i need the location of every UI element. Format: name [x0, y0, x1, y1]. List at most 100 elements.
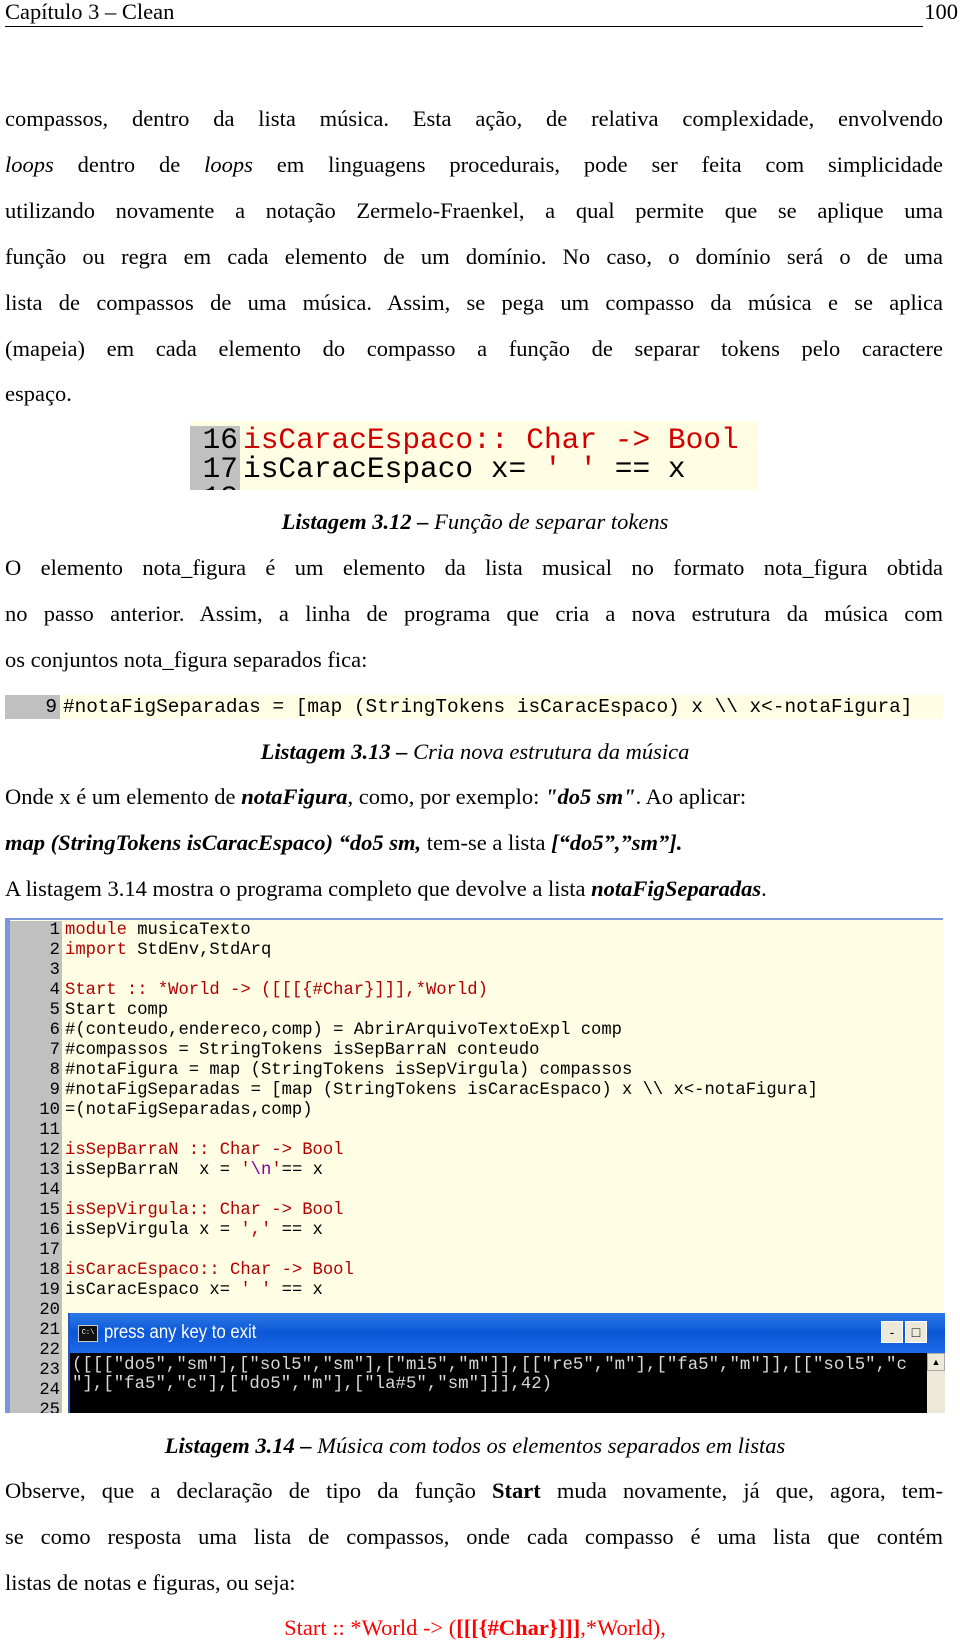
code-token: == x: [597, 452, 686, 486]
code-line: 17 isCaracEspaco x= ' ' == x: [190, 452, 758, 486]
code-token: == x: [271, 1281, 323, 1300]
line-number: 16: [190, 425, 240, 455]
line-number: 5: [10, 1001, 62, 1021]
console-scrollbar[interactable]: ▲: [927, 1353, 945, 1413]
code-text: =(notaFigSeparadas,comp): [62, 1101, 313, 1121]
caption-listing-3-14: Listagem 3.14 – Música com todos os elem…: [0, 1423, 950, 1469]
text-line: compassos, dentro da lista música. Esta …: [5, 96, 943, 142]
line-number: 21: [10, 1321, 62, 1341]
code-text: module musicaTexto: [62, 921, 251, 941]
code-token: #notaFigSeparadas = [map (StringTokens i…: [63, 696, 913, 718]
minimize-button[interactable]: -: [881, 1321, 903, 1343]
code-text: Start :: *World -> ([[[{#Char}]]],*World…: [62, 981, 488, 1001]
text-run: espaço.: [5, 381, 72, 407]
line-number: 9: [10, 1081, 62, 1101]
line-number: 25: [10, 1401, 62, 1413]
code-line: 10 =(notaFigSeparadas,comp): [10, 1101, 943, 1121]
console-title: press any key to exit: [104, 1322, 257, 1343]
code-token: =(notaFigSeparadas,comp): [65, 1101, 313, 1120]
text-run: [“do5”,”sm”].: [551, 829, 683, 855]
text-line: utilizando novamente a notação Zermelo-F…: [5, 188, 943, 234]
caption-listing-3-13: Listagem 3.13 – Cria nova estrutura da m…: [0, 729, 950, 775]
code-line: 16 isCaracEspaco:: Char -> Bool: [190, 425, 758, 455]
code-token: \n: [250, 1161, 272, 1180]
chapter-title: Capítulo 3 – Clean: [5, 0, 175, 24]
line-number: 1: [10, 921, 62, 941]
code-line: 16 isSepVirgula x = ',' == x: [10, 1221, 943, 1241]
text-run: listas de notas e figuras, ou seja:: [5, 1569, 296, 1595]
code-listing-3-13: 9 #notaFigSeparadas = [map (StringTokens …: [5, 695, 943, 719]
code-token: isSepVirgula:: Char -> Bool: [65, 1201, 344, 1220]
code-text: isSepBarraN x = '\n'== x: [62, 1161, 323, 1181]
code-line: 14: [10, 1181, 943, 1201]
code-line: 13 isSepBarraN x = '\n'== x: [10, 1161, 943, 1181]
code-line: 9 #notaFigSeparadas = [map (StringTokens …: [5, 695, 943, 719]
code-listing-3-12: 16 isCaracEspaco:: Char -> Bool 17 isCaracE…: [190, 421, 758, 490]
caption-label: Listagem 3.12 –: [281, 509, 429, 534]
code-text: isCaracEspaco x= ' ' == x: [240, 452, 686, 486]
code-token: isCaracEspaco:: Char -> Bool: [65, 1261, 354, 1280]
text-line: os conjuntos nota_figura separados fica:: [5, 637, 943, 683]
code-text: isCaracEspaco:: Char -> Bool: [240, 425, 739, 455]
caption-label: Listagem 3.14 –: [164, 1433, 312, 1458]
text-run: loops: [5, 151, 54, 177]
code-token: isSepBarraN :: Char -> Bool: [65, 1141, 344, 1160]
text-run: (mapeia) em cada elemento do compasso a …: [5, 335, 943, 361]
code-text: #compassos = StringTokens isSepBarraN co…: [62, 1041, 539, 1061]
line-number: 19: [10, 1281, 62, 1301]
code-text: Start comp: [62, 1001, 168, 1021]
paragraph-nota-figura: O elemento nota_figura é um elemento da …: [5, 545, 943, 683]
code-line: 2 import StdEnv,StdArq: [10, 941, 943, 961]
line-number: 12: [10, 1141, 62, 1161]
code-text: isSepVirgula:: Char -> Bool: [62, 1201, 343, 1221]
code-line: 6 #(conteudo,endereco,comp) = AbrirArquiv…: [10, 1021, 943, 1041]
line-number: 14: [10, 1181, 62, 1201]
console-icon: C:\: [78, 1325, 98, 1342]
text-line: se como resposta uma lista de compassos,…: [5, 1514, 943, 1560]
code-token: ': [240, 1161, 251, 1180]
code-line: 7 #compassos = StringTokens isSepBarraN c…: [10, 1041, 943, 1061]
code-token: #compassos = StringTokens isSepBarraN co…: [65, 1041, 540, 1060]
line-number: 9: [5, 695, 60, 719]
code-text: #notaFigSeparadas = [map (StringTokens i…: [60, 695, 912, 719]
text-run: O elemento nota_figura é um elemento da …: [5, 555, 943, 580]
text-run: , como, por exemplo:: [347, 784, 545, 809]
caption-text: Música com todos os elementos separados …: [311, 1433, 786, 1458]
text-run: .: [761, 875, 767, 901]
line-number: 6: [10, 1021, 62, 1041]
text-run: dentro de: [53, 151, 205, 177]
text-run: . Ao aplicar:: [635, 784, 747, 809]
text-line: loops dentro de loops em linguagens proc…: [5, 142, 943, 188]
page-header: Capítulo 3 – Clean 100: [5, 0, 960, 27]
line-number: 8: [10, 1061, 62, 1081]
text-run: notaFigura: [241, 784, 348, 809]
code-token: isCaracEspaco x=: [243, 452, 544, 486]
code-token: #notaFigSeparadas = [map (StringTokens i…: [65, 1081, 818, 1100]
code-line: 4 Start :: *World -> ([[[{#Char}]]],*Worl…: [10, 981, 943, 1001]
line-number: 3: [10, 961, 62, 981]
scroll-up-arrow-icon[interactable]: ▲: [927, 1353, 945, 1371]
text-line: espaço.: [5, 371, 943, 417]
text-run: se como resposta uma lista de compassos,…: [5, 1523, 943, 1549]
start-type-formula: Start :: *World -> ([[[{#Char}]]],*World…: [0, 1605, 950, 1651]
text-run: muda novamente, já que, agora, tem-: [540, 1478, 943, 1503]
code-text: isCaracEspaco:: Char -> Bool: [62, 1261, 354, 1281]
text-run: Start: [491, 1478, 541, 1503]
line-number: 24: [10, 1381, 62, 1401]
text-line: função ou regra em cada elemento de um d…: [5, 234, 943, 280]
code-token: ' ': [543, 452, 598, 486]
text-line: O elemento nota_figura é um elemento da …: [5, 545, 943, 591]
line-number: 20: [10, 1301, 62, 1321]
text-run: função ou regra em cada elemento de um d…: [5, 243, 943, 269]
code-line: 11: [10, 1121, 943, 1141]
code-token: ' ': [240, 1281, 272, 1300]
console-output-line: "],["fa5","c"],["do5","m"],["la#5","sm"]…: [72, 1375, 553, 1394]
console-window: C:\ press any key to exit - □ ([[["do5",…: [68, 1313, 945, 1413]
paragraph-intro: compassos, dentro da lista música. Esta …: [5, 96, 943, 417]
code-token: == x: [281, 1161, 323, 1180]
maximize-button[interactable]: □: [905, 1321, 927, 1343]
line-number: 15: [10, 1201, 62, 1221]
caption-text: Cria nova estrutura da música: [407, 739, 690, 764]
